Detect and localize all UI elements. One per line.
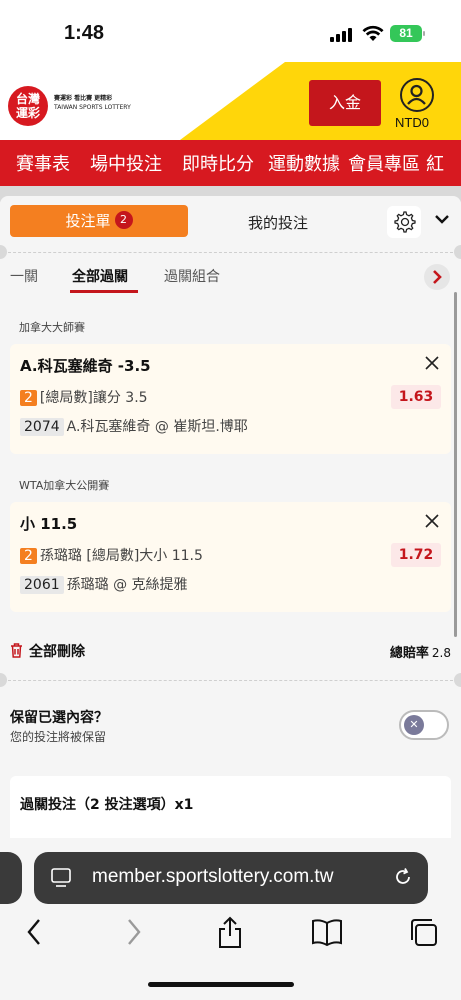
main-nav: 賽事表 場中投注 即時比分 運動數據 會員專區 紅 — [0, 140, 461, 186]
selection-card: 小 11.5 2 孫璐璐 [總局數]大小 11.5 1.72 2061 孫璐璐 @ … — [10, 502, 451, 612]
match-teams: A.科瓦塞維奇 @ 崔斯坦.博耶 — [66, 419, 248, 435]
logo-tagline-text: 賽運彩 看比賽 更精彩 — [54, 95, 113, 102]
close-icon[interactable] — [423, 512, 441, 530]
wifi-icon — [362, 25, 384, 41]
tab-betslip[interactable]: 投注單 2 — [10, 205, 188, 237]
address-bar[interactable]: member.sportslottery.com.tw — [34, 852, 428, 904]
delete-all-button[interactable]: 全部刪除 — [10, 641, 85, 661]
selection-number: 2 — [20, 390, 37, 406]
selection-market-text: [總局數]讓分 3.5 — [39, 390, 148, 406]
battery-indicator: 81 — [390, 25, 422, 42]
bookmarks-icon[interactable] — [310, 916, 344, 948]
subtab-all-parlay[interactable]: 全部過關 — [72, 266, 128, 286]
close-icon[interactable] — [423, 354, 441, 372]
logo-line2: 運彩 — [15, 106, 40, 120]
reload-icon[interactable] — [392, 866, 414, 888]
tab-betslip-label: 投注單 — [65, 212, 111, 230]
betslip-panel: 投注單 2 我的投注 一關 全部過關 過關組合 加拿大大師賽 A.科瓦塞維奇 -3… — [0, 196, 461, 846]
total-odds: 總賠率 2.8 — [390, 642, 451, 661]
nav-item-member-area[interactable]: 會員專區 — [340, 150, 420, 176]
nav-item-more[interactable]: 紅 — [420, 150, 444, 176]
user-icon — [407, 84, 426, 105]
chevron-down-icon[interactable] — [434, 214, 450, 224]
site-header: 台灣 運彩 賽運彩 看比賽 更精彩 TAIWAN SPORTS LOTTERY … — [0, 62, 461, 140]
tab-my-bets[interactable]: 我的投注 — [248, 212, 308, 233]
selection-match: 2061 孫璐璐 @ 克絲提雅 — [20, 574, 188, 594]
notch-right — [454, 245, 461, 259]
selection-title: 小 11.5 — [20, 515, 78, 533]
parlay-bet-card: 過關投注（2 投注選項）x1 — [10, 776, 451, 846]
trash-icon — [11, 643, 22, 658]
selection-market: 2 孫璐璐 [總局數]大小 11.5 — [20, 545, 203, 565]
page-menu-icon[interactable] — [50, 867, 72, 889]
settings-button[interactable] — [387, 206, 421, 238]
delete-all-label: 全部刪除 — [29, 644, 85, 660]
back-icon[interactable] — [24, 916, 44, 948]
scrollbar[interactable] — [454, 292, 457, 637]
selection-title: A.科瓦塞維奇 -3.5 — [20, 357, 151, 375]
subtab-active-indicator — [70, 290, 138, 293]
logo-subtitle: TAIWAN SPORTS LOTTERY — [54, 104, 131, 111]
match-code: 2074 — [20, 418, 64, 436]
account-balance: NTD0 — [395, 115, 429, 130]
keep-selections-toggle[interactable]: ✕ — [399, 710, 449, 740]
toggle-off-icon: ✕ — [404, 715, 424, 735]
subtab-next-button[interactable] — [424, 264, 450, 290]
league-name: WTA加拿大公開賽 — [19, 479, 110, 492]
selection-market-text: 孫璐璐 [總局數]大小 11.5 — [39, 548, 203, 564]
share-icon[interactable] — [216, 916, 244, 950]
subtab-single[interactable]: 一關 — [10, 266, 38, 286]
forward-icon[interactable] — [124, 916, 144, 948]
chevron-right-icon — [433, 270, 442, 284]
total-odds-label: 總賠率 — [389, 646, 429, 661]
deposit-button[interactable]: 入金 — [309, 80, 381, 126]
url-text: member.sportslottery.com.tw — [92, 866, 334, 887]
selection-number: 2 — [20, 548, 37, 564]
tabs-icon[interactable] — [408, 916, 440, 948]
nav-item-live-scores[interactable]: 即時比分 — [162, 150, 254, 176]
status-time: 1:48 — [64, 22, 105, 44]
gear-icon — [394, 211, 416, 233]
keep-selections-subtitle: 您的投注將被保留 — [10, 730, 107, 744]
parlay-bet-title: 過關投注（2 投注選項）x1 — [20, 797, 194, 813]
notch-right — [454, 673, 461, 687]
status-bar: 1:48 81 — [0, 0, 461, 62]
dashed-divider — [8, 680, 453, 681]
home-indicator — [148, 982, 294, 987]
dashed-divider — [8, 252, 453, 253]
logo[interactable]: 台灣 運彩 — [8, 86, 48, 126]
parlay-subtabs: 一關 全部過關 過關組合 — [0, 264, 461, 296]
battery-cap — [423, 31, 425, 36]
selection-match: 2074 A.科瓦塞維奇 @ 崔斯坦.博耶 — [20, 416, 248, 436]
keep-selections-title: 保留已選內容？ — [10, 710, 108, 726]
selection-card: A.科瓦塞維奇 -3.5 2 [總局數]讓分 3.5 1.63 2074 A.科瓦塞… — [10, 344, 451, 454]
logo-tagline: 賽運彩 看比賽 更精彩 TAIWAN SPORTS LOTTERY — [54, 94, 131, 112]
match-teams: 孫璐璐 @ 克絲提雅 — [66, 577, 188, 593]
notch-left — [0, 245, 7, 259]
account-icon[interactable] — [400, 78, 434, 112]
notch-left — [0, 673, 7, 687]
match-code: 2061 — [20, 576, 64, 594]
logo-line1: 台灣 — [15, 92, 40, 106]
nav-item-schedule[interactable]: 賽事表 — [0, 150, 70, 176]
nav-item-live-betting[interactable]: 場中投注 — [70, 150, 162, 176]
selection-market: 2 [總局數]讓分 3.5 — [20, 387, 148, 407]
league-name: 加拿大大師賽 — [19, 321, 85, 334]
selection-odds: 1.72 — [391, 543, 441, 567]
selection-odds: 1.63 — [391, 385, 441, 409]
nav-item-sports-data[interactable]: 運動數據 — [254, 150, 340, 176]
subtab-parlay-combo[interactable]: 過關組合 — [164, 266, 220, 286]
total-odds-value: 2.8 — [431, 646, 451, 660]
cellular-signal-icon — [330, 28, 352, 42]
betslip-count-badge: 2 — [114, 210, 133, 229]
previous-tab-peek[interactable] — [0, 852, 22, 904]
